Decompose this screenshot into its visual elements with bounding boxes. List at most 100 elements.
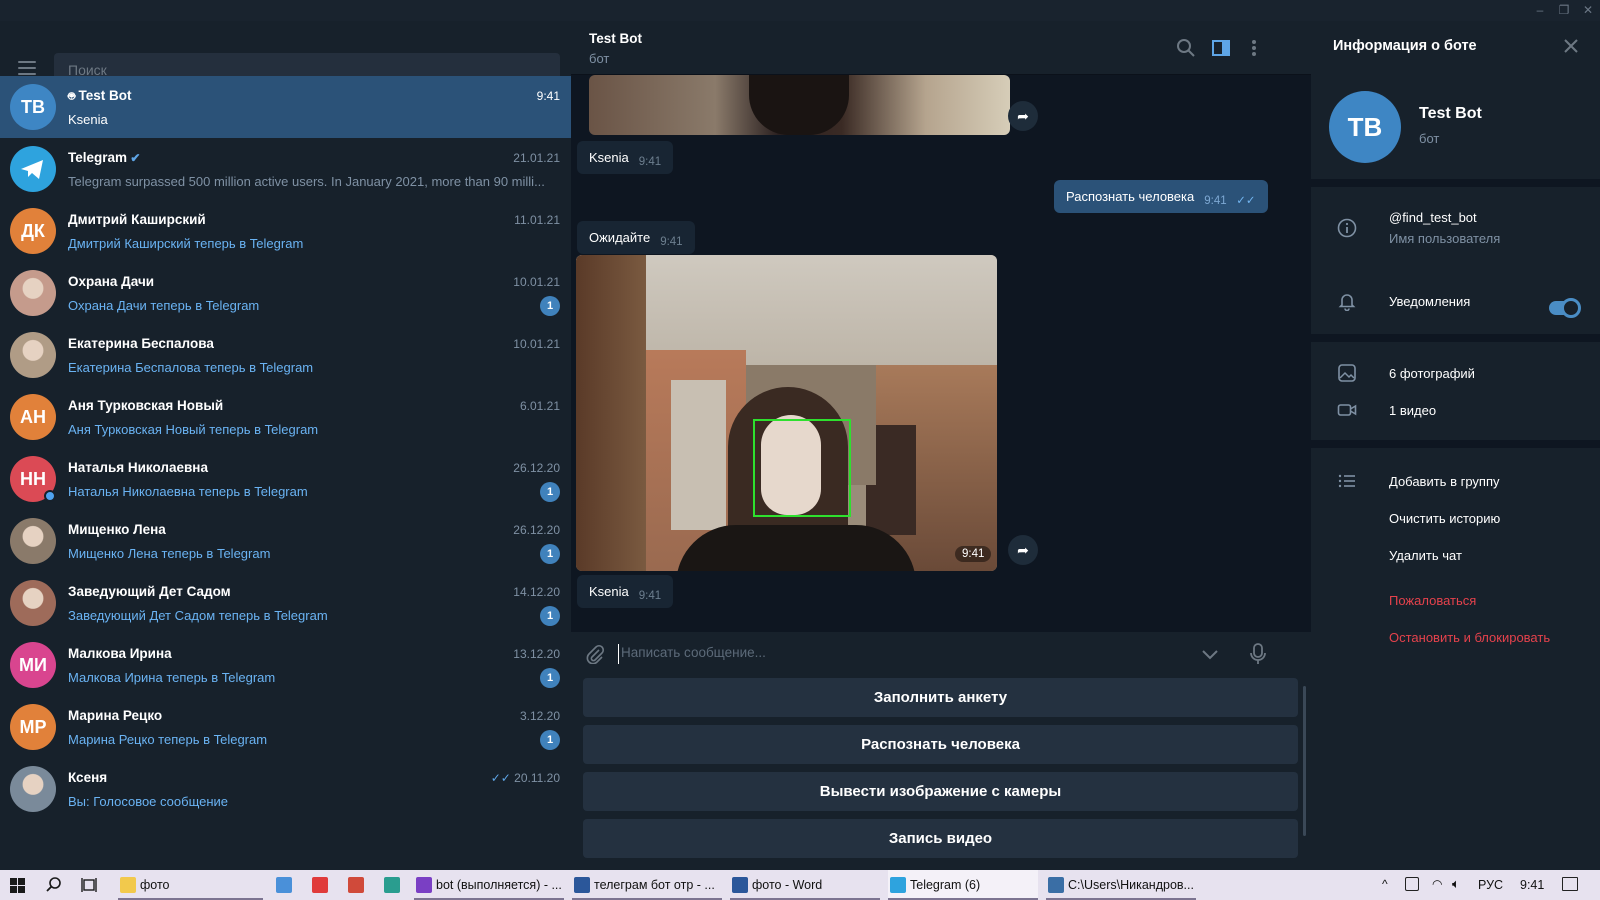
taskbar-search-icon[interactable] (46, 877, 62, 893)
chat-time: 11.01.21 (514, 213, 560, 227)
videos-link[interactable]: 1 видео (1389, 403, 1436, 418)
forward-button[interactable]: ➦ (1008, 101, 1038, 131)
hamburger-menu-icon[interactable] (18, 61, 36, 75)
chat-time: 10.01.21 (513, 337, 560, 351)
task-view-icon[interactable] (81, 877, 97, 893)
add-to-group-button[interactable]: Добавить в группу (1389, 474, 1500, 489)
keyboard-button-record-video[interactable]: Запись видео (583, 819, 1298, 858)
notifications-toggle[interactable] (1549, 298, 1581, 318)
chat-name-text: Ксеня (68, 770, 108, 785)
verified-icon: ✔ (127, 151, 141, 165)
close-window-button[interactable]: ✕ (1576, 2, 1600, 18)
keyboard-button-fill-form[interactable]: Заполнить анкету (583, 678, 1298, 717)
photo-time: 9:41 (955, 546, 992, 562)
wifi-icon[interactable]: ◠ (1432, 877, 1442, 891)
taskbar-item[interactable] (346, 870, 370, 900)
bell-icon (1337, 291, 1357, 312)
chat-list-item[interactable]: МИ Малкова Ирина Малкова Ирина теперь в Te… (0, 634, 571, 696)
stop-and-block-button[interactable]: Остановить и блокировать (1389, 630, 1550, 645)
taskbar-item[interactable]: телеграм бот отр - ... (572, 870, 722, 900)
taskbar-item[interactable]: C:\Users\Никандров... (1046, 870, 1196, 900)
chat-list-item[interactable]: Мищенко Лена Мищенко Лена теперь в Telegr… (0, 510, 571, 572)
taskbar-item-label: Telegram (6) (910, 878, 981, 892)
message-bubble: Ksenia 9:41 (577, 141, 674, 174)
clear-history-button[interactable]: Очистить историю (1389, 511, 1500, 526)
chat-list-item[interactable]: МР Марина Рецко Марина Рецко теперь в Tele… (0, 696, 571, 758)
unread-badge: 1 (540, 296, 560, 316)
chat-preview: Екатерина Беспалова теперь в Telegram (68, 360, 314, 375)
taskbar-item[interactable]: фото (118, 870, 263, 900)
chat-list-item[interactable]: Заведующий Дет Садом Заведующий Дет Садом… (0, 572, 571, 634)
taskbar-item[interactable] (310, 870, 334, 900)
chat-title[interactable]: Test Bot (589, 31, 642, 46)
chat-time: 13.12.20 (513, 647, 560, 661)
chat-name: Telegram ✔ (68, 150, 140, 165)
unread-badge: 1 (540, 730, 560, 750)
microphone-icon[interactable] (1250, 643, 1266, 665)
photos-link[interactable]: 6 фотографий (1389, 366, 1475, 381)
chat-list-item[interactable]: Ксеня Вы: Голосовое сообщение ✓✓ 20.11.20 (0, 758, 571, 820)
chat-name-text: Мищенко Лена (68, 522, 166, 537)
avatar: МР (10, 704, 56, 750)
chat-list-item[interactable]: Охрана Дачи Охрана Дачи теперь в Telegram… (0, 262, 571, 324)
close-icon[interactable] (1561, 36, 1581, 56)
more-options-icon[interactable] (1249, 38, 1259, 58)
windows-start-icon[interactable] (10, 878, 25, 893)
chat-name-text: Наталья Николаевна (68, 460, 208, 475)
keyboard-scrollbar[interactable] (1303, 686, 1306, 836)
message-input[interactable]: Написать сообщение... (621, 645, 766, 660)
search-icon[interactable] (1176, 38, 1196, 58)
chat-list-item[interactable]: TB 🤖︎ Test Bot Ksenia 9:41 (0, 76, 571, 138)
maximize-button[interactable]: ❐ (1552, 2, 1576, 18)
taskbar-item[interactable]: bot (выполняется) - ... (414, 870, 564, 900)
language-indicator[interactable]: РУС (1478, 870, 1503, 900)
avatar (10, 766, 56, 812)
chat-list-item[interactable]: ДК Дмитрий Каширский Дмитрий Каширский теп… (0, 200, 571, 262)
photo-icon (1337, 363, 1357, 383)
attach-icon[interactable] (585, 644, 605, 665)
taskbar-clock[interactable]: 9:41 (1520, 870, 1544, 900)
app-icon (120, 877, 136, 893)
bot-keyboard-toggle-icon[interactable] (1201, 646, 1219, 662)
delete-chat-button[interactable]: Удалить чат (1389, 548, 1462, 563)
text-cursor (618, 644, 619, 664)
chat-name: 🤖︎ Test Bot (68, 88, 132, 105)
chat-list-item[interactable]: Екатерина Беспалова Екатерина Беспалова т… (0, 324, 571, 386)
report-button[interactable]: Пожаловаться (1389, 593, 1476, 608)
avatar: МИ (10, 642, 56, 688)
tray-chevron-icon[interactable]: ^ (1382, 877, 1388, 891)
bot-name: Test Bot (1419, 105, 1482, 122)
message-input-bar: Написать сообщение... (571, 632, 1311, 676)
sidebar-toggle-icon[interactable] (1211, 38, 1231, 58)
chat-time-text: 9:41 (536, 89, 560, 103)
message-time: 9:41 (1204, 195, 1227, 207)
avatar (10, 580, 56, 626)
chat-list-item[interactable]: АН Аня Турковская Новый Аня Турковская Нов… (0, 386, 571, 448)
chat-list-item[interactable]: Telegram ✔ Telegram surpassed 500 million… (0, 138, 571, 200)
message-time: 9:41 (638, 156, 662, 168)
chat-name-text: Telegram (68, 150, 128, 165)
avatar[interactable]: TB (1329, 91, 1401, 163)
telegram-logo-icon (21, 160, 43, 179)
tray-device-icon[interactable] (1405, 877, 1419, 891)
photo-message-cropped[interactable] (589, 75, 1010, 135)
keyboard-button-camera-image[interactable]: Вывести изображение с камеры (583, 772, 1298, 811)
chat-panel: ➦ Ksenia 9:41 Распознать человека 9:41 ✓✓ … (571, 21, 1311, 870)
forward-button[interactable]: ➦ (1008, 535, 1038, 565)
volume-icon[interactable]: 🔈︎ (1452, 876, 1460, 892)
taskbar-item[interactable]: фото - Word (730, 870, 880, 900)
unread-badge: 1 (540, 544, 560, 564)
notification-center-icon[interactable] (1562, 877, 1578, 891)
bot-username[interactable]: @find_test_bot (1389, 210, 1477, 225)
chat-time-text: 20.11.20 (514, 771, 560, 785)
taskbar-item[interactable] (382, 870, 406, 900)
chat-name: Аня Турковская Новый (68, 398, 223, 413)
taskbar-item[interactable] (274, 870, 298, 900)
chat-list-item[interactable]: НН Наталья Николаевна Наталья Николаевна т… (0, 448, 571, 510)
face-detection-photo[interactable]: 9:41 (576, 255, 997, 571)
minimize-button[interactable]: – (1528, 2, 1552, 18)
taskbar-item[interactable]: Telegram (6) (888, 870, 1038, 900)
chat-name: Охрана Дачи (68, 274, 154, 289)
bot-subtitle: бот (1419, 131, 1440, 146)
keyboard-button-recognize[interactable]: Распознать человека (583, 725, 1298, 764)
